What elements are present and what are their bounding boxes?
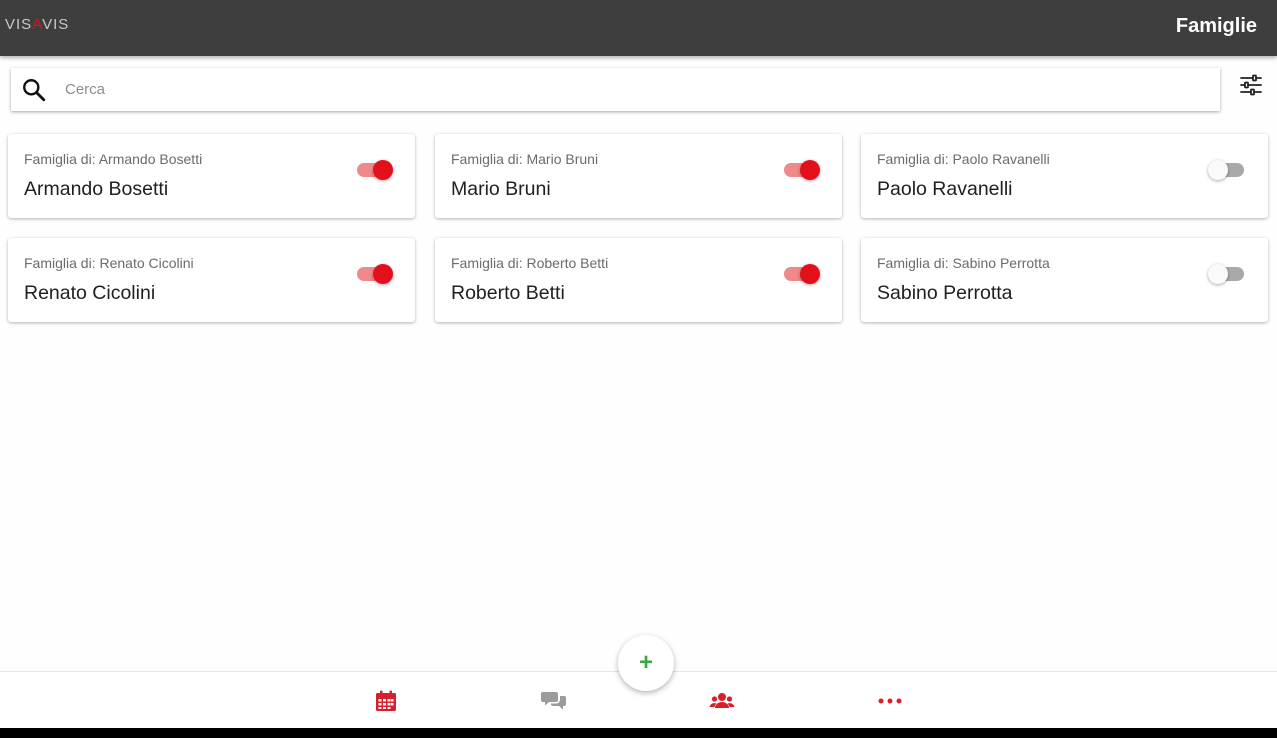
family-active-toggle[interactable] [1208, 264, 1246, 284]
filter-settings-icon[interactable] [1239, 73, 1263, 97]
add-family-button[interactable]: + [618, 635, 674, 691]
family-card-subtitle: Famiglia di: Mario Bruni [451, 151, 599, 167]
family-card[interactable]: Famiglia di: Sabino Perrotta Sabino Perr… [861, 238, 1268, 322]
calendar-icon[interactable] [373, 689, 399, 713]
app-logo: VISAVIS [5, 16, 70, 33]
search-bar [11, 68, 1220, 111]
more-icon[interactable] [877, 689, 903, 713]
search-icon[interactable] [21, 77, 47, 103]
family-active-toggle[interactable] [357, 160, 393, 180]
family-card[interactable]: Famiglia di: Armando Bosetti Armando Bos… [8, 134, 415, 218]
app-bar: VISAVIS Famiglie [0, 0, 1277, 56]
family-active-toggle[interactable] [1208, 160, 1246, 180]
users-icon[interactable] [709, 689, 735, 713]
family-active-toggle[interactable] [784, 160, 820, 180]
family-card-name: Armando Bosetti [24, 178, 169, 200]
family-card[interactable]: Famiglia di: Paolo Ravanelli Paolo Ravan… [861, 134, 1268, 218]
family-card-name: Paolo Ravanelli [877, 178, 1013, 200]
system-bar [0, 728, 1277, 738]
family-card-name: Roberto Betti [451, 282, 565, 304]
family-card-name: Renato Cicolini [24, 282, 156, 304]
family-card-subtitle: Famiglia di: Sabino Perrotta [877, 255, 1050, 271]
family-card-name: Sabino Perrotta [877, 282, 1013, 304]
family-card[interactable]: Famiglia di: Roberto Betti Roberto Betti [435, 238, 842, 322]
family-card[interactable]: Famiglia di: Mario Bruni Mario Bruni [435, 134, 842, 218]
family-card[interactable]: Famiglia di: Renato Cicolini Renato Cico… [8, 238, 415, 322]
family-card-subtitle: Famiglia di: Roberto Betti [451, 255, 609, 271]
chat-icon[interactable] [541, 689, 567, 713]
page-title: Famiglie [1175, 15, 1257, 37]
family-active-toggle[interactable] [784, 264, 820, 284]
family-card-subtitle: Famiglia di: Armando Bosetti [24, 151, 203, 167]
family-card-subtitle: Famiglia di: Paolo Ravanelli [877, 151, 1050, 167]
family-card-name: Mario Bruni [451, 178, 551, 200]
family-card-subtitle: Famiglia di: Renato Cicolini [24, 255, 194, 271]
search-input[interactable] [65, 68, 1205, 111]
family-active-toggle[interactable] [357, 264, 393, 284]
